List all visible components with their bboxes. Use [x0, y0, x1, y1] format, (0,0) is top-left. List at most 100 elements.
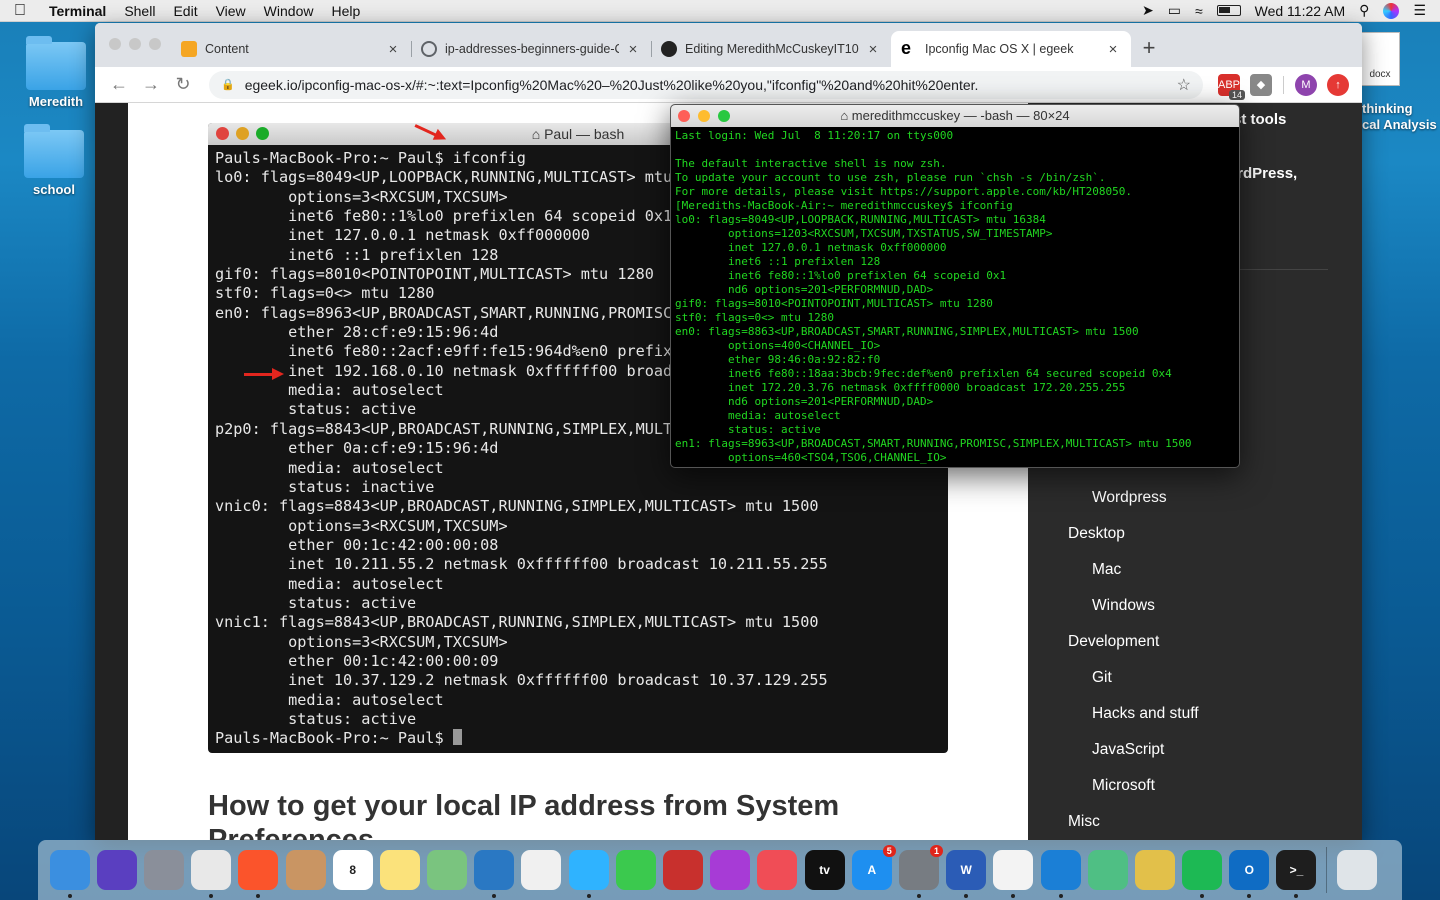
desktop-folder-meredith[interactable]: Meredith — [16, 36, 96, 109]
menu-shell[interactable]: Shell — [115, 3, 164, 19]
spotlight-search-icon[interactable]: ⚲ — [1359, 2, 1369, 19]
desktop-docx-file[interactable]: docx — [1358, 32, 1402, 86]
location-icon[interactable]: ➤ — [1142, 2, 1154, 19]
folder-icon — [26, 36, 86, 90]
category-windows[interactable]: Windows — [1068, 588, 1199, 624]
zoom-window-button[interactable] — [149, 38, 161, 50]
dock-brave-icon[interactable] — [238, 850, 279, 898]
dock-pinwheel-icon[interactable] — [1134, 850, 1175, 890]
terminal-output[interactable]: Last login: Wed Jul 8 11:20:17 on ttys00… — [671, 127, 1239, 467]
minimize-window-button[interactable] — [129, 38, 141, 50]
dock-news-icon[interactable] — [757, 850, 798, 890]
running-indicator — [492, 894, 497, 898]
dock-facetime-icon[interactable] — [615, 850, 656, 890]
reload-icon[interactable]: ↻ — [167, 74, 199, 95]
dock-textedit-icon[interactable] — [993, 850, 1034, 898]
zoom-window-button[interactable] — [718, 110, 730, 122]
dock-spotify-icon[interactable] — [1182, 850, 1223, 898]
minimize-window-button[interactable] — [698, 110, 710, 122]
dock-system-preferences-icon[interactable]: 1 — [898, 845, 943, 898]
dock-contacts-icon[interactable] — [285, 850, 326, 890]
menu-help[interactable]: Help — [322, 3, 369, 19]
dock-atom-icon[interactable] — [1087, 850, 1128, 890]
dock-photos-icon[interactable] — [521, 850, 562, 890]
tab-ip-addresses-guide[interactable]: ip-addresses-beginners-guide-C × — [411, 31, 651, 67]
window-controls — [95, 38, 175, 50]
tab-ipconfig-egeek[interactable]: e Ipconfig Mac OS X | egeek × — [891, 31, 1131, 67]
bug-extension-icon[interactable]: ◆ — [1250, 73, 1272, 96]
tab-title: Content — [205, 42, 249, 56]
menu-view[interactable]: View — [207, 3, 255, 19]
desktop-file-label[interactable]: thinking cal Analysis — [1362, 101, 1437, 133]
category-javascript[interactable]: JavaScript — [1068, 732, 1199, 768]
dock-chrome-icon[interactable] — [191, 850, 232, 898]
tab-title: Ipconfig Mac OS X | egeek — [925, 42, 1074, 56]
dock-finder-icon[interactable] — [49, 850, 90, 898]
close-window-button[interactable] — [678, 110, 690, 122]
dock-photo-booth-icon[interactable] — [663, 850, 704, 890]
category-development[interactable]: Development — [1068, 624, 1199, 660]
close-window-button[interactable] — [109, 38, 121, 50]
menu-clock[interactable]: Wed 11:22 AM — [1255, 3, 1346, 19]
terminal-window[interactable]: ⌂ meredithmccuskey — -bash — 80×24 Last … — [670, 104, 1240, 468]
category-misc[interactable]: Misc — [1068, 804, 1199, 840]
dock-launchpad-icon[interactable] — [143, 850, 184, 890]
dock-apple-tv-icon[interactable]: tv — [804, 850, 845, 890]
dock-outlook-icon[interactable]: O — [1229, 850, 1270, 898]
desktop-folder-school[interactable]: school — [14, 124, 94, 197]
lock-icon[interactable]: 🔒 — [221, 78, 235, 91]
dock-messages-icon[interactable] — [568, 850, 609, 898]
egeek-favicon-icon: e — [901, 38, 912, 58]
close-tab-icon[interactable]: × — [385, 41, 401, 58]
notification-center-icon[interactable]: ☰ — [1413, 2, 1426, 19]
update-icon[interactable]: ↑ — [1327, 73, 1349, 96]
forward-icon[interactable]: → — [135, 74, 167, 95]
dock-vscode-icon[interactable] — [1040, 850, 1081, 898]
category-desktop[interactable]: Desktop — [1068, 516, 1199, 552]
dock-icon-glyph: >_ — [1289, 863, 1304, 877]
dock-calendar-icon[interactable]: 8 — [332, 850, 373, 890]
dock-maps-icon[interactable] — [427, 850, 468, 890]
dock-icon-glyph: W — [960, 863, 972, 877]
dock-itunes-star-icon[interactable] — [710, 850, 751, 890]
category-hacks-and-stuff[interactable]: Hacks and stuff — [1068, 696, 1199, 732]
back-icon[interactable]: ← — [103, 74, 135, 95]
adblock-extension-icon[interactable]: ABP 14 — [1218, 73, 1245, 100]
running-indicator — [1247, 894, 1252, 898]
dock-notes-icon[interactable] — [379, 850, 420, 890]
menu-edit[interactable]: Edit — [164, 3, 206, 19]
menu-app-name[interactable]: Terminal — [40, 3, 115, 19]
category-wordpress[interactable]: Wordpress — [1068, 480, 1199, 516]
category-microsoft[interactable]: Microsoft — [1068, 768, 1199, 804]
wifi-icon[interactable]: ≈ — [1195, 3, 1203, 19]
dock-app-store-icon[interactable]: A5 — [851, 845, 896, 890]
battery-icon[interactable] — [1216, 5, 1241, 16]
dock-siri-icon[interactable] — [96, 850, 137, 890]
close-tab-icon[interactable]: × — [625, 41, 641, 58]
menu-window[interactable]: Window — [255, 3, 323, 19]
close-tab-icon[interactable]: × — [1105, 41, 1121, 58]
apple-menu-icon[interactable]:  — [0, 2, 40, 20]
dock-word-icon[interactable]: W — [946, 850, 987, 898]
terminal-titlebar[interactable]: ⌂ meredithmccuskey — -bash — 80×24 — [671, 105, 1239, 127]
running-indicator — [1058, 894, 1063, 898]
dock-badge: 5 — [882, 845, 896, 857]
dock-kindle-icon[interactable] — [474, 850, 515, 898]
new-tab-button[interactable]: + — [1131, 31, 1167, 67]
profile-avatar[interactable]: M — [1295, 73, 1317, 96]
red-dot-icon — [216, 127, 229, 140]
screenshot-window-dots — [216, 127, 269, 140]
dock-trash-icon[interactable] — [1336, 850, 1377, 890]
tab-editing-github[interactable]: Editing MeredithMcCuskeyIT102 × — [651, 31, 891, 67]
category-list: Wordpress Desktop Mac Windows Developmen… — [1068, 480, 1199, 840]
close-tab-icon[interactable]: × — [865, 41, 881, 58]
address-bar[interactable]: 🔒 egeek.io/ipconfig-mac-os-x/#:~:text=Ip… — [209, 70, 1203, 99]
bookmark-star-icon[interactable]: ☆ — [1167, 75, 1191, 95]
tab-title: Editing MeredithMcCuskeyIT102 — [685, 42, 859, 56]
siri-icon[interactable] — [1383, 2, 1400, 19]
category-mac[interactable]: Mac — [1068, 552, 1199, 588]
airplay-icon[interactable]: ▭ — [1168, 2, 1181, 19]
dock-terminal-icon[interactable]: >_ — [1276, 850, 1317, 898]
tab-content[interactable]: Content × — [171, 31, 411, 67]
category-git[interactable]: Git — [1068, 660, 1199, 696]
